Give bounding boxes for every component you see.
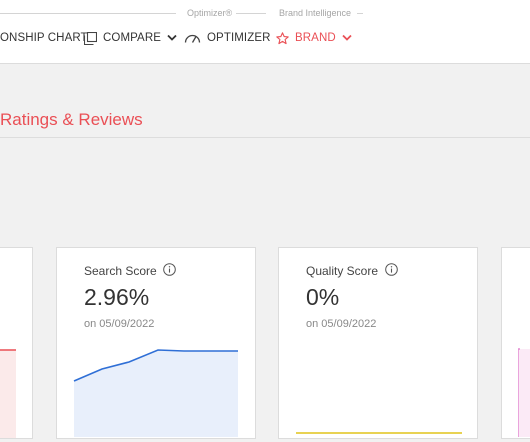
header-divider-left: [0, 13, 176, 14]
compare-icon: [84, 31, 97, 45]
metric-card-partial-left: [0, 247, 33, 439]
nav-compare[interactable]: COMPARE: [84, 30, 177, 46]
gauge-icon: [184, 32, 201, 44]
header-divider-right: [357, 13, 363, 14]
metric-value: 0%: [306, 284, 340, 310]
sparkline-chart: [296, 432, 462, 434]
nav-relationship-chart-label: ONSHIP CHART: [0, 32, 88, 44]
nav-brand-label: BRAND: [295, 32, 336, 44]
header-divider-middle: [236, 13, 266, 14]
metric-date: on 05/09/2022: [84, 318, 155, 330]
metric-label: Search Score: [84, 264, 157, 278]
nav-brand[interactable]: BRAND: [276, 30, 352, 46]
metric-date: on 05/09/2022: [306, 318, 377, 330]
info-icon[interactable]: [385, 263, 398, 276]
nav-optimizer[interactable]: OPTIMIZER: [184, 30, 271, 46]
metric-value: 2.96%: [84, 284, 150, 310]
metric-label: Quality Score: [306, 264, 379, 278]
chevron-down-icon: [342, 34, 352, 42]
metric-card-partial-right: [501, 247, 530, 439]
nav-relationship-chart[interactable]: ONSHIP CHART: [0, 30, 88, 46]
sparkline-chart: [0, 349, 16, 438]
metric-card-search-score: Search Score 2.96% on 05/09/2022: [56, 247, 256, 439]
sparkline-chart: [73, 349, 238, 437]
chevron-down-icon: [167, 34, 177, 42]
brand-intelligence-subhead: Brand Intelligence: [279, 8, 352, 18]
sparkline-area: [74, 350, 238, 437]
star-icon: [276, 31, 289, 45]
section-title: Ratings & Reviews: [0, 110, 143, 129]
sparkline-chart: [518, 348, 530, 437]
nav-optimizer-label: OPTIMIZER: [207, 32, 271, 44]
metric-card-quality-score: Quality Score 0% on 05/09/2022: [278, 247, 478, 439]
info-icon[interactable]: [163, 263, 176, 276]
optimizer-subhead: Optimizer®: [187, 8, 233, 18]
nav-compare-label: COMPARE: [103, 32, 161, 44]
top-navigation-bar: Optimizer® Brand Intelligence ONSHIP CHA…: [0, 0, 530, 64]
